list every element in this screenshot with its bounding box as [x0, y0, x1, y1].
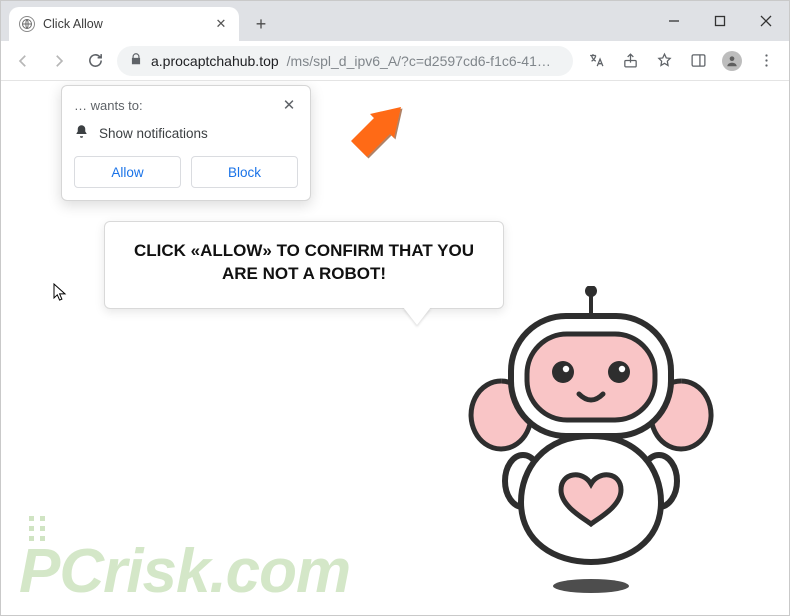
bubble-tail-icon: [403, 307, 431, 325]
window-maximize[interactable]: [697, 1, 743, 41]
window-minimize[interactable]: [651, 1, 697, 41]
permission-close-icon[interactable]: ✕: [280, 96, 298, 114]
nav-forward-button[interactable]: [45, 47, 73, 75]
nav-back-button[interactable]: [9, 47, 37, 75]
watermark-pc: PC: [19, 537, 103, 606]
permission-allow-button[interactable]: Allow: [74, 156, 181, 188]
globe-icon: [19, 16, 35, 32]
bell-icon: [74, 124, 89, 142]
watermark-rest: risk.com: [103, 537, 350, 606]
permission-block-button[interactable]: Block: [191, 156, 298, 188]
permission-origin: … wants to:: [74, 98, 143, 113]
watermark-dots-icon: [29, 516, 46, 541]
nav-reload-button[interactable]: [81, 47, 109, 75]
bookmark-star-icon[interactable]: [649, 46, 679, 76]
side-panel-icon[interactable]: [683, 46, 713, 76]
new-tab-button[interactable]: +: [247, 10, 275, 38]
address-path: /ms/spl_d_ipv6_A/?c=d2597cd6-f1c6-41…: [287, 53, 551, 69]
lock-icon: [129, 52, 143, 69]
share-icon[interactable]: [615, 46, 645, 76]
annotation-arrow-icon: [346, 101, 406, 168]
address-domain: a.procaptchahub.top: [151, 53, 279, 69]
translate-icon[interactable]: [581, 46, 611, 76]
active-tab[interactable]: Click Allow ✕: [9, 7, 239, 41]
page-content: … wants to: ✕ Show notifications Allow B…: [1, 81, 789, 615]
permission-line: Show notifications: [99, 126, 208, 141]
mouse-cursor-icon: [53, 283, 67, 308]
address-bar[interactable]: a.procaptchahub.top/ms/spl_d_ipv6_A/?c=d…: [117, 46, 573, 76]
instruction-bubble: CLICK «ALLOW» TO CONFIRM THAT YOU ARE NO…: [104, 221, 504, 309]
window-controls: [651, 1, 789, 41]
browser-window: Click Allow ✕ + a.procaptchahub.top/ms/s…: [0, 0, 790, 616]
toolbar-right: [581, 46, 781, 76]
watermark-text: PCrisk.com: [19, 536, 350, 607]
profile-avatar[interactable]: [717, 46, 747, 76]
browser-toolbar: a.procaptchahub.top/ms/spl_d_ipv6_A/?c=d…: [1, 41, 789, 81]
tab-title: Click Allow: [43, 17, 205, 31]
tab-strip: Click Allow ✕ +: [1, 1, 789, 41]
notification-permission-prompt: … wants to: ✕ Show notifications Allow B…: [61, 85, 311, 201]
window-close[interactable]: [743, 1, 789, 41]
robot-illustration: [461, 286, 721, 596]
bubble-line2: ARE NOT A ROBOT!: [222, 264, 386, 283]
tab-close-icon[interactable]: ✕: [213, 16, 229, 32]
kebab-menu-icon[interactable]: [751, 46, 781, 76]
bubble-line1: CLICK «ALLOW» TO CONFIRM THAT YOU: [134, 241, 474, 260]
